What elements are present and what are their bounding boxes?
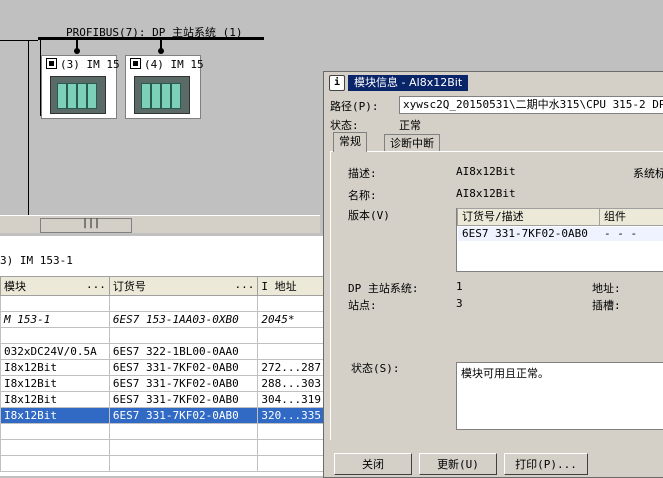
slave-icon bbox=[130, 58, 141, 69]
version-order: 6ES7 331-7KF02-0AB0 bbox=[462, 227, 588, 240]
path-label: 路径(P): bbox=[330, 100, 379, 113]
table-row[interactable]: 032xDC24V/0.5A 6ES7 322-1BL00-0AA0 bbox=[0, 343, 325, 360]
dp-master-value: 1 bbox=[456, 280, 463, 293]
table-row[interactable]: I8x12Bit 6ES7 331-7KF02-0AB0 272...287 bbox=[0, 359, 325, 376]
module-detail-pane: 3) IM 153-1 模块... 订货号... I 地址 M 153-1 6ES… bbox=[0, 236, 325, 476]
table-row[interactable]: I8x12Bit 6ES7 331-7KF02-0AB0 304...319 bbox=[0, 391, 325, 408]
print-button[interactable]: 打印(P)... bbox=[504, 453, 588, 475]
col-order-desc[interactable]: 订货号/描述 bbox=[457, 208, 600, 226]
horizontal-scrollbar[interactable]: ||| bbox=[0, 215, 320, 233]
name-label: 名称: bbox=[348, 189, 377, 202]
table-header: 模块... 订货号... I 地址 bbox=[0, 276, 325, 296]
path-field[interactable]: xywsc2Q_20150531\二期中水315\CPU 315-2 DP bbox=[399, 96, 663, 114]
col-order[interactable]: 订货号... bbox=[108, 276, 259, 296]
rack-image bbox=[50, 76, 106, 114]
table-row[interactable] bbox=[0, 455, 325, 472]
subnet-line bbox=[28, 40, 29, 216]
station-im153-3[interactable]: (3) IM 15 bbox=[41, 55, 120, 119]
version-label: 版本(V) bbox=[348, 209, 390, 222]
close-button[interactable]: 关闭 bbox=[334, 453, 412, 475]
desc-label: 描述: bbox=[348, 167, 377, 180]
module-table: 模块... 订货号... I 地址 M 153-1 6ES7 153-1AA03-… bbox=[0, 276, 325, 472]
bus-connector-line bbox=[0, 40, 38, 41]
station-im153-4[interactable]: (4) IM 15 bbox=[125, 55, 204, 119]
station-label: 站点: bbox=[348, 299, 377, 312]
dialog-titlebar[interactable]: i 模块信息 - AI8x12Bit bbox=[324, 72, 663, 92]
status-textbox[interactable]: 模块可用且正常。 bbox=[456, 362, 663, 430]
slot-label: 插槽: bbox=[592, 299, 621, 312]
system-label: 系统标 bbox=[633, 167, 663, 180]
tab-general[interactable]: 常规 bbox=[333, 132, 367, 152]
desc-value: AI8x12Bit bbox=[456, 165, 516, 178]
state-label: 状态: bbox=[330, 119, 359, 132]
bus-node-4 bbox=[158, 48, 164, 54]
update-button[interactable]: 更新(U) bbox=[419, 453, 497, 475]
dialog-title: 模块信息 - AI8x12Bit bbox=[348, 75, 469, 91]
dp-master-label: DP 主站系统: bbox=[348, 282, 419, 295]
version-component: - - - bbox=[604, 227, 638, 240]
col-component[interactable]: 组件 bbox=[599, 208, 663, 226]
table-row[interactable] bbox=[0, 439, 325, 456]
station-label: (3) IM 15 bbox=[60, 58, 120, 71]
name-value: AI8x12Bit bbox=[456, 187, 516, 200]
rack-image bbox=[134, 76, 190, 114]
module-info-dialog[interactable]: i 模块信息 - AI8x12Bit 路径(P): xywsc2Q_201505… bbox=[323, 71, 663, 478]
col-module[interactable]: 模块... bbox=[0, 276, 110, 296]
table-row[interactable]: I8x12Bit 6ES7 331-7KF02-0AB0 288...303 bbox=[0, 375, 325, 392]
address-label: 地址: bbox=[592, 282, 621, 295]
table-row[interactable] bbox=[0, 327, 325, 344]
table-row-selected[interactable]: I8x12Bit 6ES7 331-7KF02-0AB0 320...335 bbox=[0, 407, 325, 424]
info-icon: i bbox=[329, 75, 345, 91]
tab-diagnostic-interrupt[interactable]: 诊断中断 bbox=[384, 134, 440, 152]
state-value: 正常 bbox=[399, 119, 421, 132]
col-i-address[interactable]: I 地址 bbox=[257, 276, 325, 296]
station-label: (4) IM 15 bbox=[144, 58, 204, 71]
profibus-bus-line[interactable] bbox=[38, 37, 264, 40]
table-row[interactable]: M 153-1 6ES7 153-1AA03-0XB0 2045* bbox=[0, 311, 325, 328]
table-row[interactable] bbox=[0, 423, 325, 440]
status-label: 状态(S): bbox=[351, 362, 400, 375]
station-value: 3 bbox=[456, 297, 463, 310]
grip-icon: ||| bbox=[82, 218, 101, 229]
version-row[interactable]: 6ES7 331-7KF02-0AB0 - - - bbox=[458, 227, 663, 241]
table-row[interactable] bbox=[0, 295, 325, 312]
slave-icon bbox=[46, 58, 57, 69]
bus-node-3 bbox=[74, 48, 80, 54]
pane-title: 3) IM 153-1 bbox=[0, 254, 73, 267]
